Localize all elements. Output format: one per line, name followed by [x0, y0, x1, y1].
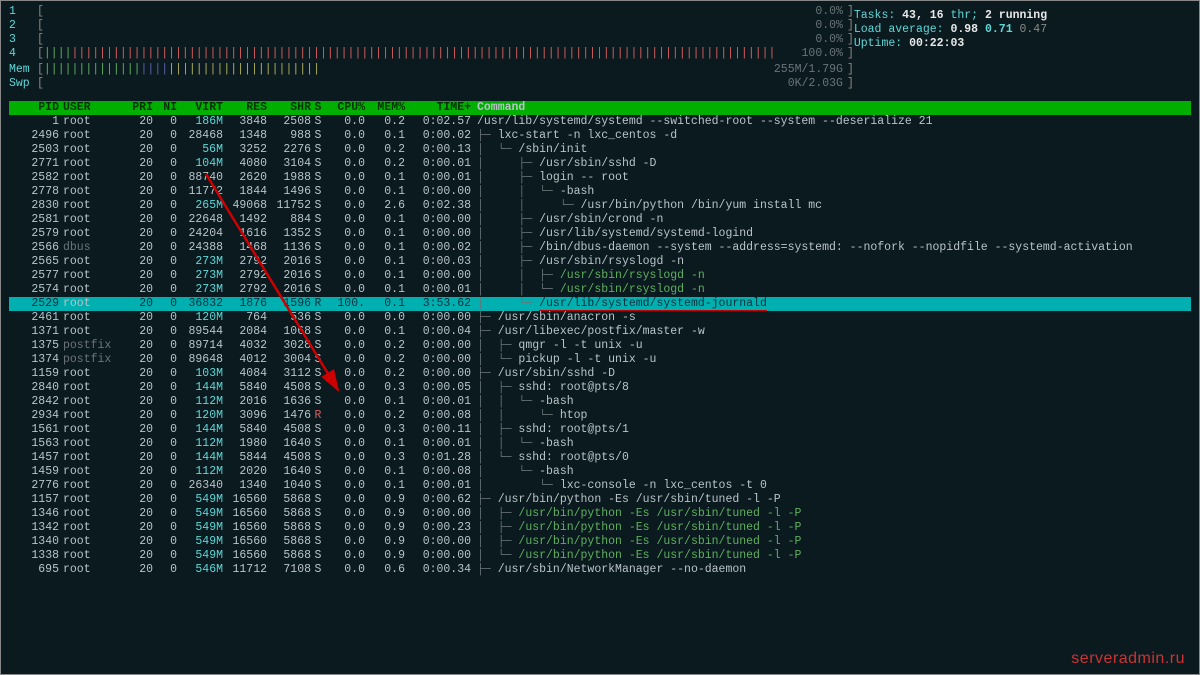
load-line: Load average: 0.98 0.71 0.47	[854, 23, 1191, 37]
cpu-meter-3: 3[0.0%]	[9, 33, 854, 47]
process-row[interactable]: 1346root200549M165605868S0.00.90:00.00│ …	[9, 507, 1191, 521]
cpu-meter-2: 2[0.0%]	[9, 19, 854, 33]
cpu-meter-1: 1[0.0%]	[9, 5, 854, 19]
process-row[interactable]: 1157root200549M165605868S0.00.90:00.62├─…	[9, 493, 1191, 507]
process-list[interactable]: 1root200186M38482508S0.00.20:02.57/usr/l…	[9, 115, 1191, 577]
process-row[interactable]: 1374postfix2008964840123004S0.00.20:00.0…	[9, 353, 1191, 367]
process-row[interactable]: 1561root200144M58404508S0.00.30:00.11│ ├…	[9, 423, 1191, 437]
process-row[interactable]: 1root200186M38482508S0.00.20:02.57/usr/l…	[9, 115, 1191, 129]
process-row[interactable]: 695root200546M117127108S0.00.60:00.34├─ …	[9, 563, 1191, 577]
process-row[interactable]: 1371root2008954420841068S0.00.10:00.04├─…	[9, 325, 1191, 339]
meters-left: 1[0.0%]2[0.0%]3[0.0%]4[|||||||||||||||||…	[9, 5, 854, 91]
process-row[interactable]: 1159root200103M40843112S0.00.20:00.00├─ …	[9, 367, 1191, 381]
process-row[interactable]: 1338root200549M165605868S0.00.90:00.00│ …	[9, 549, 1191, 563]
process-row[interactable]: 2565root200273M27922016S0.00.10:00.03│ ├…	[9, 255, 1191, 269]
mem-meter: Mem [ ||||||||||||||||||||||||||||||||||…	[9, 63, 854, 77]
process-row[interactable]: 2566dbus2002438814681136S0.00.10:00.02│ …	[9, 241, 1191, 255]
process-row[interactable]: 2503root20056M32522276S0.00.20:00.13│ └─…	[9, 143, 1191, 157]
process-row[interactable]: 2577root200273M27922016S0.00.10:00.00│ │…	[9, 269, 1191, 283]
process-row[interactable]: 2842root200112M20161636S0.00.10:00.01│ │…	[9, 395, 1191, 409]
meters-right: Tasks: 43, 16 thr; 2 running Load averag…	[854, 5, 1191, 91]
process-row[interactable]: 2496root200284681348988S0.00.10:00.02├─ …	[9, 129, 1191, 143]
process-row[interactable]: 1340root200549M165605868S0.00.90:00.00│ …	[9, 535, 1191, 549]
process-row[interactable]: 2461root200120M764536S0.00.00:00.00├─ /u…	[9, 311, 1191, 325]
process-row[interactable]: 2934root200120M30961476R0.00.20:00.08│ │…	[9, 409, 1191, 423]
column-headers[interactable]: PID USER PRI NI VIRT RES SHR S CPU% MEM%…	[9, 101, 1191, 115]
process-row[interactable]: 2529root2003683218761596R100.0.13:53.62│…	[9, 297, 1191, 311]
process-row[interactable]: 2776root2002634013401040S0.00.10:00.01│ …	[9, 479, 1191, 493]
process-row[interactable]: 2579root2002420416161352S0.00.10:00.00│ …	[9, 227, 1191, 241]
process-row[interactable]: 2830root200265M4906811752S0.02.60:02.38│…	[9, 199, 1191, 213]
cpu-meter-4: 4[||||||||||||||||||||||||||||||||||||||…	[9, 47, 854, 61]
process-row[interactable]: 2582root2008874026201988S0.00.10:00.01│ …	[9, 171, 1191, 185]
process-row[interactable]: 2840root200144M58404508S0.00.30:00.05│ ├…	[9, 381, 1191, 395]
tasks-line: Tasks: 43, 16 thr; 2 running	[854, 9, 1191, 23]
process-row[interactable]: 1342root200549M165605868S0.00.90:00.23│ …	[9, 521, 1191, 535]
process-row[interactable]: 1459root200112M20201640S0.00.10:00.08│ └…	[9, 465, 1191, 479]
process-row[interactable]: 2778root2001177218441496S0.00.10:00.00│ …	[9, 185, 1191, 199]
uptime-line: Uptime: 00:22:03	[854, 37, 1191, 51]
watermark: serveradmin.ru	[1071, 652, 1185, 666]
process-row[interactable]: 2574root200273M27922016S0.00.10:00.01│ │…	[9, 283, 1191, 297]
process-row[interactable]: 2771root200104M40803104S0.00.20:00.01│ ├…	[9, 157, 1191, 171]
process-row[interactable]: 1375postfix2008971440323028S0.00.20:00.0…	[9, 339, 1191, 353]
process-row[interactable]: 1563root200112M19801640S0.00.10:00.01│ │…	[9, 437, 1191, 451]
htop-terminal[interactable]: 1[0.0%]2[0.0%]3[0.0%]4[|||||||||||||||||…	[1, 1, 1199, 581]
process-row[interactable]: 2581root200226481492884S0.00.10:00.00│ ├…	[9, 213, 1191, 227]
swap-meter: Swp [ 0K/2.03G ]	[9, 77, 854, 91]
process-row[interactable]: 1457root200144M58444508S0.00.30:01.28│ └…	[9, 451, 1191, 465]
